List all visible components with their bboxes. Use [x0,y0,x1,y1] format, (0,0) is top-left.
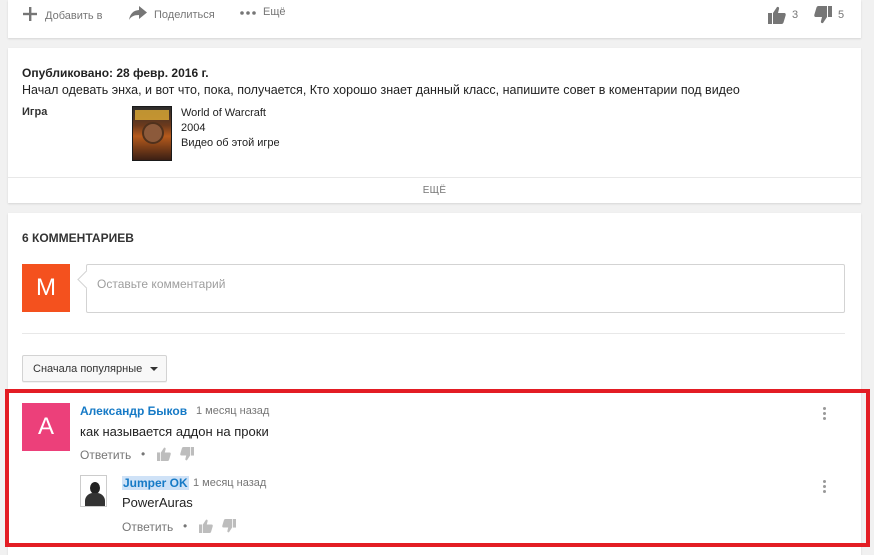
comments-count: 6 КОММЕНТАРИЕВ [22,231,134,245]
game-year: 2004 [181,122,206,134]
thumbs-up-icon [768,6,786,24]
show-more-button[interactable]: ЕЩЁ [8,185,861,196]
comment-text: как называется аддон на проки [80,424,269,439]
sort-dropdown[interactable]: Сначала популярные [22,355,167,382]
thumbs-down-icon [814,6,832,24]
share-button[interactable]: Поделиться [129,6,215,23]
publish-date: Опубликовано: 28 февр. 2016 г. [22,66,209,80]
reply-button[interactable]: Ответить [80,448,131,462]
avatar[interactable] [80,475,107,507]
reply-button[interactable]: Ответить [122,520,173,534]
dropdown-arrow-icon [150,366,159,371]
dislike-button[interactable]: 5 [814,6,844,24]
thumbs-down-icon [222,519,236,533]
share-label: Поделиться [154,8,215,21]
reply-text: PowerAuras [122,495,193,510]
comment-menu-icon[interactable] [823,407,827,422]
game-cover-image[interactable] [132,106,172,161]
video-description: Опубликовано: 28 февр. 2016 г. Начал оде… [8,48,861,203]
reply-time[interactable]: 1 месяц назад [193,477,266,489]
game-title-link[interactable]: World of Warcraft [181,106,280,121]
divider [22,333,845,334]
divider [8,177,861,178]
reply-author[interactable]: Jumper OK [122,476,189,490]
reply-menu-icon[interactable] [823,480,827,495]
avatar: M [22,264,70,312]
thumbs-down-icon [180,447,194,461]
comment-like-button[interactable] [157,447,171,464]
more-horizontal-icon [240,6,256,18]
reply-like-button[interactable] [199,519,213,536]
dislike-count: 5 [838,9,845,21]
comment-author[interactable]: Александр Быков [80,404,187,418]
share-arrow-icon [129,6,147,23]
reply-dislike-button[interactable] [222,519,236,536]
sort-label: Сначала популярные [33,362,143,375]
like-count: 3 [792,9,799,21]
thumbs-up-icon [157,447,171,461]
add-to-label: Добавить в [45,9,103,22]
comment-dislike-button[interactable] [180,447,194,464]
metadata-label: Игра [22,106,48,118]
comment-time[interactable]: 1 месяц назад [196,405,269,417]
more-actions-button[interactable]: Ещё [240,6,286,18]
game-videos-link[interactable]: Видео об этой игре [181,136,280,151]
avatar[interactable]: А [22,403,70,451]
like-button[interactable]: 3 [768,6,798,24]
comment-input-placeholder: Оставьте комментарий [97,277,226,291]
description-text: Начал одевать энха, и вот что, пока, пол… [22,83,740,97]
thumbs-up-icon [199,519,213,533]
add-to-button[interactable]: Добавить в [22,6,103,25]
plus-icon [22,6,38,25]
comment-input[interactable]: Оставьте комментарий [86,264,845,313]
video-action-bar: Добавить в Поделиться Ещё 3 5 [8,0,861,38]
more-actions-label: Ещё [263,6,286,18]
game-info: World of Warcraft 2004 Видео об этой игр… [181,106,280,151]
separator-dot: • [183,519,188,533]
separator-dot: • [141,447,146,461]
